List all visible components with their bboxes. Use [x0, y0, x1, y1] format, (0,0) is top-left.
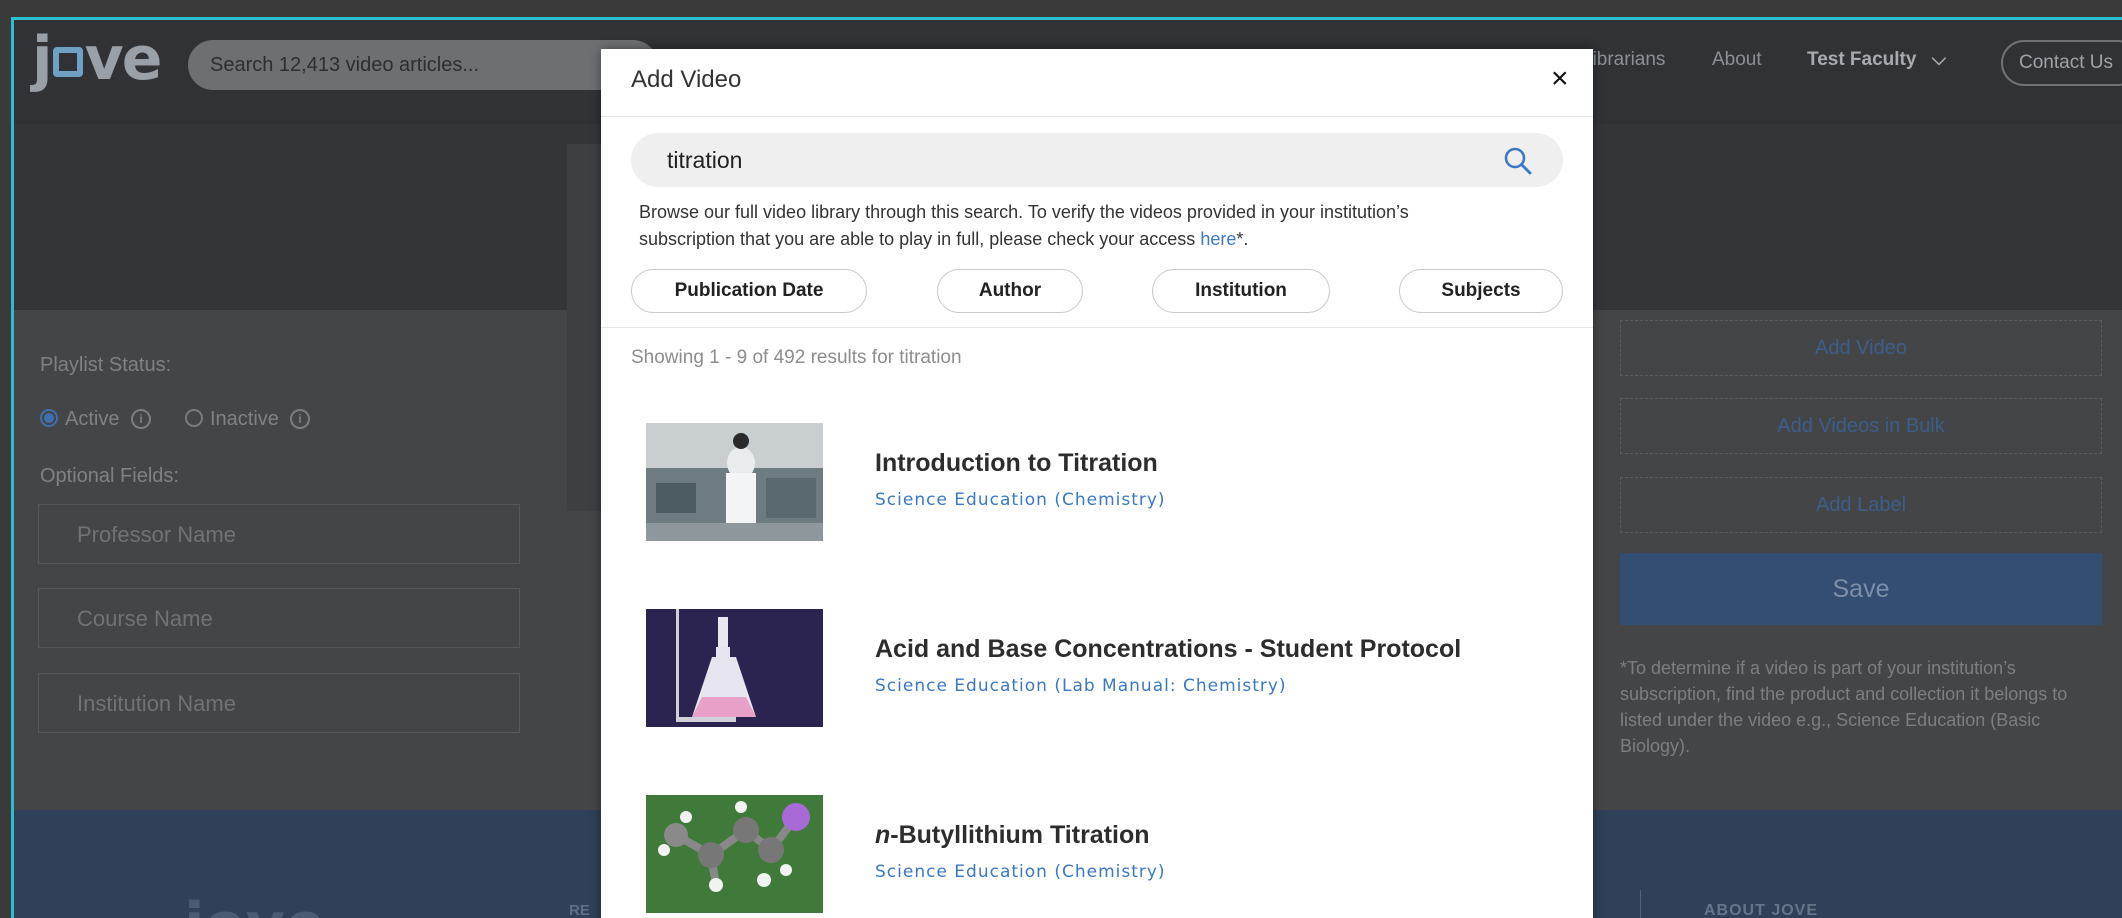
video-thumbnail[interactable] [646, 609, 823, 727]
result-collection: Science Education (Chemistry) [875, 862, 1166, 882]
subscription-note: *To determine if a video is part of your… [1620, 658, 2068, 756]
result-item[interactable]: Introduction to Titration Science Educat… [601, 423, 1593, 553]
user-name: Test Faculty [1807, 49, 1917, 70]
close-icon[interactable]: × [1551, 61, 1569, 97]
footer-divider [1640, 890, 1641, 918]
video-thumbnail[interactable] [646, 423, 823, 541]
chevron-down-icon: ⌵ [1931, 49, 1947, 70]
nav-librarians[interactable]: Librarians [1582, 49, 1665, 71]
video-search-bar [631, 133, 1563, 187]
nav-about[interactable]: About [1712, 49, 1762, 71]
result-count: Showing 1 - 9 of 492 results for titrati… [631, 347, 962, 368]
institution-name-field[interactable]: Institution Name [38, 673, 520, 733]
divider [601, 327, 1593, 328]
result-title[interactable]: Introduction to Titration [875, 449, 1158, 478]
filter-publication-date[interactable]: Publication Date [631, 269, 867, 313]
video-search-input[interactable] [667, 133, 1487, 187]
video-thumbnail[interactable] [646, 795, 823, 913]
search-icon[interactable] [1503, 146, 1533, 176]
result-collection: Science Education (Lab Manual: Chemistry… [875, 676, 1287, 696]
result-item[interactable]: n-Butyllithium Titration Science Educati… [601, 795, 1593, 918]
site-search-input[interactable]: Search 12,413 video articles... [188, 40, 658, 90]
page-viewport: j ve Search 12,413 video articles... Libr… [14, 19, 2122, 918]
search-help-text: Browse our full video library through th… [639, 199, 1499, 253]
save-button[interactable]: Save [1620, 553, 2102, 625]
result-title-prefix: n [875, 821, 891, 849]
access-here-link[interactable]: here [1200, 229, 1236, 249]
result-item[interactable]: Acid and Base Concentrations - Student P… [601, 609, 1593, 739]
modal-title: Add Video [631, 66, 742, 93]
radio-inactive-label: Inactive [210, 408, 279, 430]
add-videos-bulk-button[interactable]: Add Videos in Bulk [1620, 398, 2102, 454]
jove-logo[interactable]: j ve [32, 27, 162, 91]
filter-subjects[interactable]: Subjects [1399, 269, 1563, 313]
filter-institution[interactable]: Institution [1152, 269, 1330, 313]
result-title[interactable]: n-Butyllithium Titration [875, 821, 1150, 850]
radio-active[interactable] [40, 409, 58, 427]
result-title[interactable]: Acid and Base Concentrations - Student P… [875, 635, 1461, 664]
result-collection: Science Education (Chemistry) [875, 490, 1166, 510]
page-background: j ve Search 12,413 video articles... Libr… [0, 0, 2122, 918]
footer-about-heading: ABOUT JOVE [1704, 902, 1819, 918]
professor-name-field[interactable]: Professor Name [38, 504, 520, 564]
add-video-button[interactable]: Add Video [1620, 320, 2102, 376]
filter-author[interactable]: Author [937, 269, 1083, 313]
footer-logo: jove [184, 890, 326, 918]
radio-inactive[interactable] [185, 409, 203, 427]
course-name-field[interactable]: Course Name [38, 588, 520, 648]
footer-column-heading: RE [569, 902, 590, 918]
help-suffix: *. [1236, 229, 1249, 249]
help-text: Browse our full video library through th… [639, 202, 1409, 249]
optional-fields-label: Optional Fields: [40, 465, 179, 487]
radio-active-label: Active [65, 408, 120, 430]
playlist-status-label: Playlist Status: [40, 354, 172, 376]
add-label-button[interactable]: Add Label [1620, 477, 2102, 533]
logo-square-icon [52, 47, 83, 77]
contact-us-button[interactable]: Contact Us [2001, 40, 2122, 86]
info-icon[interactable]: i [290, 409, 310, 429]
nav-user-menu[interactable]: Test Faculty ⌵ [1807, 49, 1946, 71]
add-video-modal: Add Video × Browse our full video librar… [601, 49, 1593, 918]
info-icon[interactable]: i [131, 409, 151, 429]
result-title-text: -Butyllithium Titration [890, 821, 1150, 849]
modal-header: Add Video × [601, 49, 1593, 117]
